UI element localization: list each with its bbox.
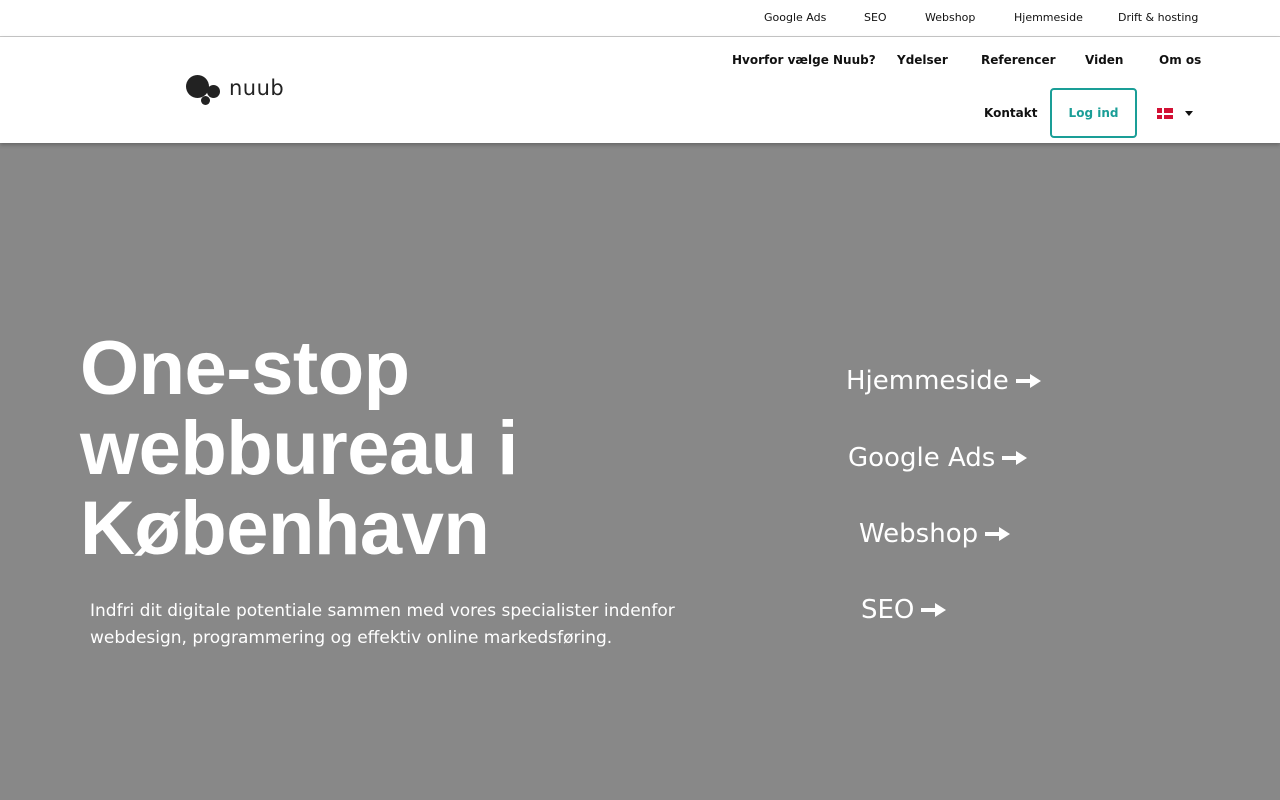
hero-subtitle-line-2: webdesign, programmering og effektiv onl… [90,628,613,648]
login-button[interactable]: Log ind [1050,88,1137,138]
top-link-seo[interactable]: SEO [864,11,887,24]
nav-referencer[interactable]: Referencer [981,53,1056,67]
hero-title-line-2: webbureau i [80,406,518,491]
service-label: Webshop [859,519,979,549]
hero-title: One-stop webbureau i København [80,329,720,569]
chevron-down-icon [1185,111,1193,116]
arrow-right-icon [1002,451,1028,465]
danish-flag-icon [1157,108,1173,119]
service-label: Google Ads [848,443,996,473]
hero-title-line-1: One-stop [80,326,410,411]
nav-viden[interactable]: Viden [1085,53,1123,67]
top-link-hjemmeside[interactable]: Hjemmeside [1014,11,1083,24]
top-utility-bar: Google Ads SEO Webshop Hjemmeside Drift … [0,0,1280,37]
logo-dot-medium [207,85,220,98]
logo-dot-large [186,75,209,98]
arrow-right-icon [985,527,1011,541]
nav-hvorfor-vaelge-nuub[interactable]: Hvorfor vælge Nuub? [732,53,876,67]
service-link-webshop[interactable]: Webshop [859,519,1011,549]
arrow-right-icon [921,603,947,617]
top-link-google-ads[interactable]: Google Ads [764,11,826,24]
hero-subtitle: Indfri dit digitale potentiale sammen me… [90,598,690,652]
service-label: SEO [861,595,915,625]
service-link-hjemmeside[interactable]: Hjemmeside [846,366,1041,396]
hero-section: One-stop webbureau i København Indfri di… [0,143,1280,800]
logo-wordmark: nuub [229,76,285,100]
nav-kontakt[interactable]: Kontakt [984,106,1037,120]
service-label: Hjemmeside [846,366,1009,396]
hero-subtitle-line-1: Indfri dit digitale potentiale sammen me… [90,601,675,621]
language-switcher[interactable] [1157,107,1197,121]
service-link-google-ads[interactable]: Google Ads [848,443,1028,473]
nav-om-os[interactable]: Om os [1159,53,1201,67]
nuub-logo[interactable]: nuub [186,75,286,109]
arrow-right-icon [1015,374,1041,388]
top-link-drift-hosting[interactable]: Drift & hosting [1118,11,1198,24]
hero-title-line-3: København [80,486,490,571]
top-link-webshop[interactable]: Webshop [925,11,975,24]
nav-ydelser[interactable]: Ydelser [897,53,948,67]
logo-dot-small [201,96,210,105]
service-link-seo[interactable]: SEO [861,595,947,625]
main-header: nuub Hvorfor vælge Nuub? Ydelser Referen… [0,37,1280,143]
